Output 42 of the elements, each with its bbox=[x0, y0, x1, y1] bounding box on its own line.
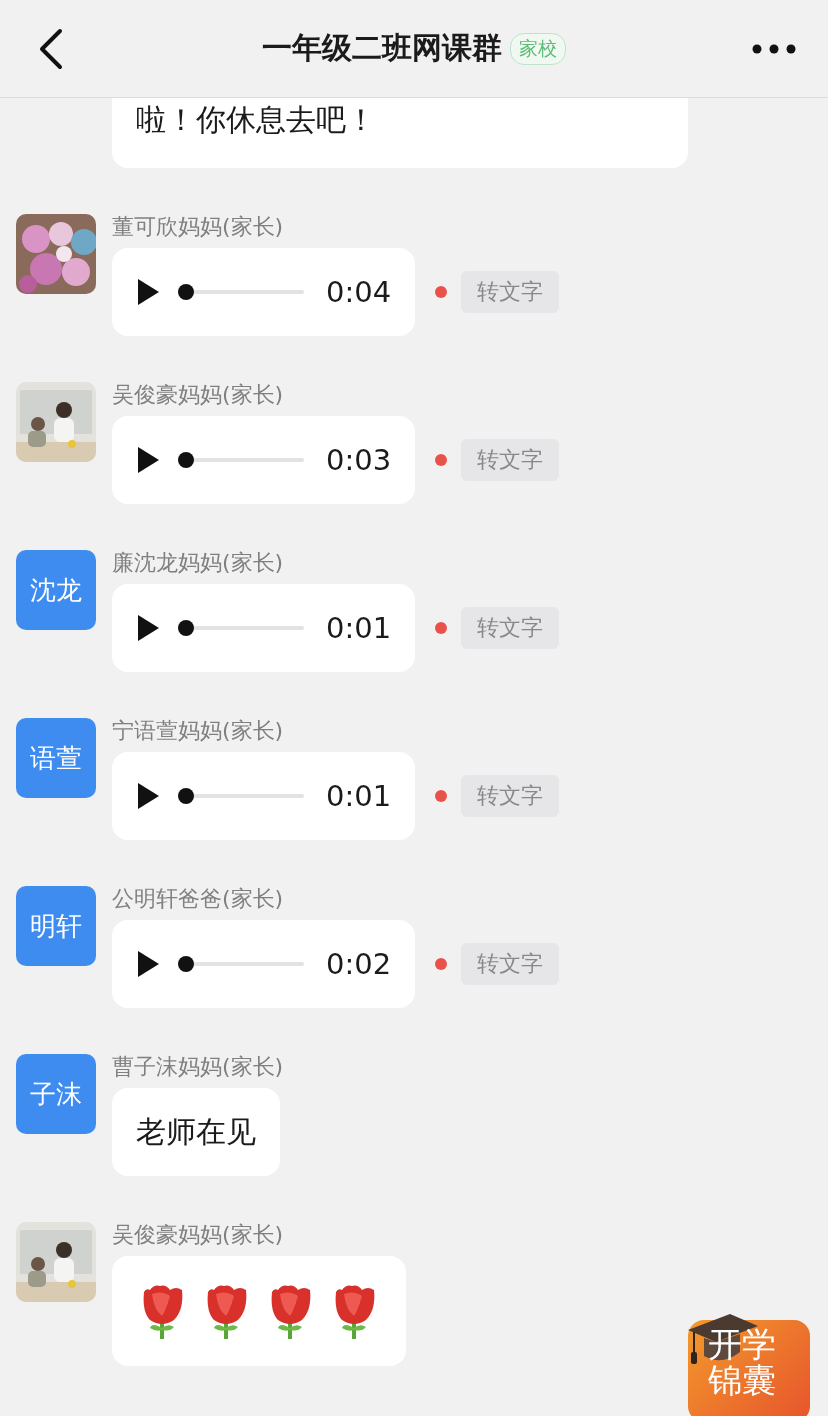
play-icon[interactable] bbox=[136, 446, 160, 474]
sender-name: 吴俊豪妈妈(家长) bbox=[112, 1222, 285, 1248]
convert-to-text-button[interactable]: 转文字 bbox=[461, 775, 560, 817]
text-message: 老师在见 bbox=[112, 1088, 280, 1176]
avatar[interactable]: 沈龙 bbox=[16, 550, 96, 630]
group-tag: 家校 bbox=[510, 32, 566, 65]
avatar[interactable]: 语萱 bbox=[16, 718, 96, 798]
convert-to-text-button[interactable]: 转文字 bbox=[461, 439, 560, 481]
sender-name: 董可欣妈妈(家长) bbox=[112, 214, 285, 240]
sender-name: 宁语萱妈妈(家长) bbox=[112, 718, 285, 744]
chat-title: 一年级二班网课群 bbox=[262, 29, 502, 67]
convert-to-text-button[interactable]: 转文字 bbox=[461, 607, 560, 649]
sender-name: 廉沈龙妈妈(家长) bbox=[112, 550, 285, 576]
sender-name: 曹子沫妈妈(家长) bbox=[112, 1054, 285, 1080]
more-icon[interactable] bbox=[752, 43, 796, 54]
sender-name: 吴俊豪妈妈(家长) bbox=[112, 382, 285, 408]
play-icon[interactable] bbox=[136, 950, 160, 978]
voice-message[interactable]: 0:01 bbox=[112, 752, 416, 840]
sender-name: 公明轩爸爸(家长) bbox=[112, 886, 285, 912]
voice-message[interactable]: 0:03 bbox=[112, 416, 416, 504]
progress-thumb[interactable] bbox=[178, 284, 194, 300]
progress-thumb[interactable] bbox=[178, 452, 194, 468]
voice-message[interactable]: 0:01 bbox=[112, 584, 416, 672]
play-icon[interactable] bbox=[136, 614, 160, 642]
progress-thumb[interactable] bbox=[178, 788, 194, 804]
voice-message[interactable]: 0:04 bbox=[112, 248, 416, 336]
play-icon[interactable] bbox=[136, 782, 160, 810]
text-message: 啦！你休息去吧！ bbox=[112, 98, 688, 168]
voice-message[interactable]: 0:02 bbox=[112, 920, 416, 1008]
duration: 0:01 bbox=[326, 779, 392, 813]
duration: 0:01 bbox=[326, 611, 392, 645]
play-icon[interactable] bbox=[136, 278, 160, 306]
convert-to-text-button[interactable]: 转文字 bbox=[461, 943, 560, 985]
avatar[interactable]: 子沫 bbox=[16, 1054, 96, 1134]
progress-thumb[interactable] bbox=[178, 620, 194, 636]
avatar[interactable]: 明轩 bbox=[16, 886, 96, 966]
duration: 0:04 bbox=[326, 275, 392, 309]
progress-thumb[interactable] bbox=[178, 956, 194, 972]
duration: 0:02 bbox=[326, 947, 392, 981]
back-icon[interactable] bbox=[38, 27, 64, 70]
duration: 0:03 bbox=[326, 443, 392, 477]
convert-to-text-button[interactable]: 转文字 bbox=[461, 271, 560, 313]
